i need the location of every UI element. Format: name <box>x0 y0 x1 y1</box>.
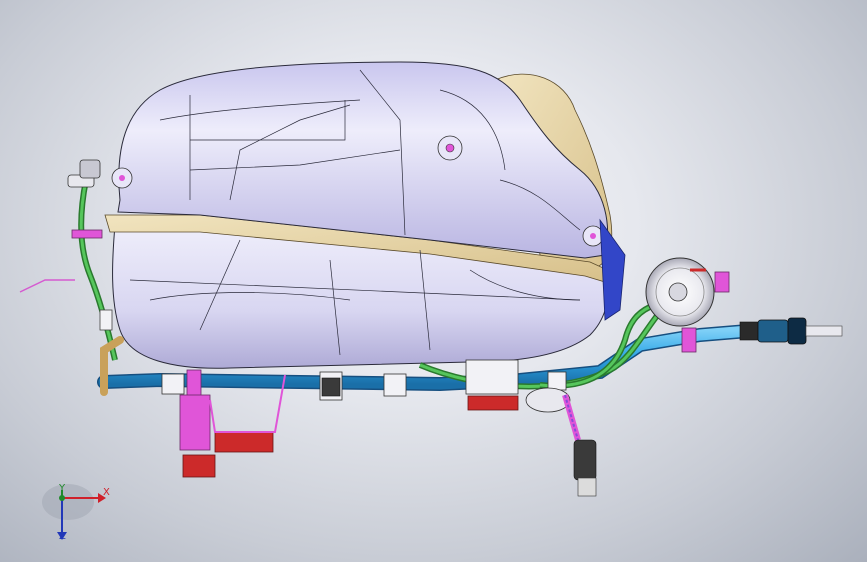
left-wire-bracket <box>19 279 75 293</box>
axis-y-label: Y <box>59 483 66 494</box>
pipe-end-connector[interactable] <box>739 317 843 345</box>
left-mount-tab <box>99 309 113 331</box>
tank-port-right[interactable] <box>582 225 604 247</box>
filler-hose-connector[interactable] <box>525 387 597 497</box>
axis-x-label: X <box>103 487 110 498</box>
fuel-pump-cap[interactable] <box>645 257 715 327</box>
tank-port-left[interactable] <box>111 167 133 189</box>
left-hose-clip[interactable] <box>71 229 103 239</box>
left-hose-connector[interactable] <box>67 159 101 188</box>
left-vent-hose[interactable] <box>78 179 118 361</box>
tank-port-top[interactable] <box>437 135 463 161</box>
axis-z-label: Z <box>59 531 66 542</box>
fuel-tank-assembly-model[interactable] <box>0 0 867 562</box>
orientation-triad: X Y Z <box>40 480 120 550</box>
graphics-viewport[interactable]: X Y Z <box>0 0 867 562</box>
black-quick-connector[interactable] <box>321 377 341 397</box>
